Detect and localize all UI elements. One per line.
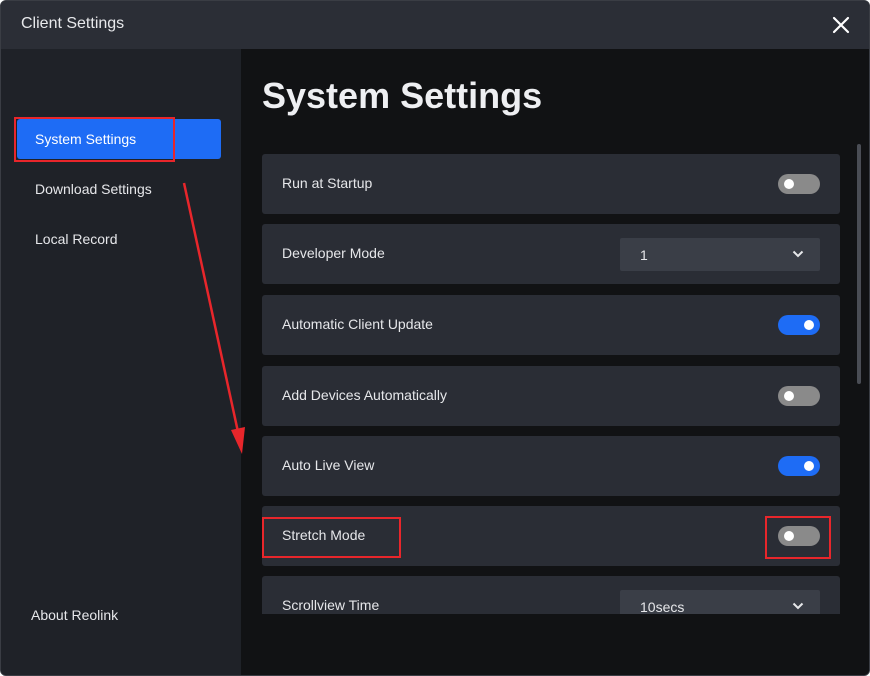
setting-label: Auto Live View — [282, 457, 375, 473]
about-reolink-link[interactable]: About Reolink — [31, 607, 118, 623]
setting-label: Run at Startup — [282, 175, 373, 191]
sidebar-item-label: Local Record — [35, 231, 118, 247]
toggle-knob — [804, 461, 814, 471]
sidebar: System Settings Download Settings Local … — [1, 49, 241, 675]
sidebar-item-label: Download Settings — [35, 181, 152, 197]
setting-row-developer-mode: Developer Mode 1 — [262, 224, 840, 284]
sidebar-item-label: System Settings — [35, 131, 137, 147]
setting-label: Scrollview Time — [282, 597, 380, 613]
chevron-down-icon — [792, 250, 804, 258]
setting-row-run-at-startup: Run at Startup — [262, 154, 840, 214]
main-panel: System Settings Run at Startup Developer… — [241, 49, 869, 675]
automatic-client-update-toggle[interactable] — [778, 315, 820, 335]
close-button[interactable] — [827, 11, 855, 39]
auto-live-view-toggle[interactable] — [778, 456, 820, 476]
setting-row-automatic-client-update: Automatic Client Update — [262, 295, 840, 355]
sidebar-item-download-settings[interactable]: Download Settings — [17, 169, 221, 209]
toggle-knob — [784, 179, 794, 189]
add-devices-automatically-toggle[interactable] — [778, 386, 820, 406]
client-settings-window: Client Settings System Settings Download… — [0, 0, 870, 676]
setting-label: Add Devices Automatically — [282, 387, 447, 403]
setting-label: Automatic Client Update — [282, 316, 433, 332]
sidebar-item-local-record[interactable]: Local Record — [17, 219, 221, 259]
title-bar: Client Settings — [1, 1, 869, 49]
setting-label: Developer Mode — [282, 245, 385, 261]
toggle-knob — [784, 391, 794, 401]
close-icon — [832, 16, 850, 34]
page-title: System Settings — [262, 75, 543, 116]
chevron-down-icon — [792, 602, 804, 610]
setting-row-add-devices-automatically: Add Devices Automatically — [262, 366, 840, 426]
scrollview-time-select[interactable]: 10secs — [620, 590, 820, 614]
setting-row-auto-live-view: Auto Live View — [262, 436, 840, 496]
scrollbar[interactable] — [857, 144, 861, 384]
developer-mode-select[interactable]: 1 — [620, 238, 820, 271]
setting-row-stretch-mode: Stretch Mode — [262, 506, 840, 566]
settings-list: Run at Startup Developer Mode 1 Automati… — [262, 154, 840, 614]
sidebar-item-system-settings[interactable]: System Settings — [17, 119, 221, 159]
toggle-knob — [784, 531, 794, 541]
window-title: Client Settings — [21, 15, 125, 32]
setting-row-scrollview-time: Scrollview Time 10secs — [262, 576, 840, 614]
select-value: 10secs — [640, 599, 685, 614]
toggle-knob — [804, 320, 814, 330]
setting-label: Stretch Mode — [282, 527, 366, 543]
select-value: 1 — [640, 247, 648, 263]
run-at-startup-toggle[interactable] — [778, 174, 820, 194]
stretch-mode-toggle[interactable] — [778, 526, 820, 546]
